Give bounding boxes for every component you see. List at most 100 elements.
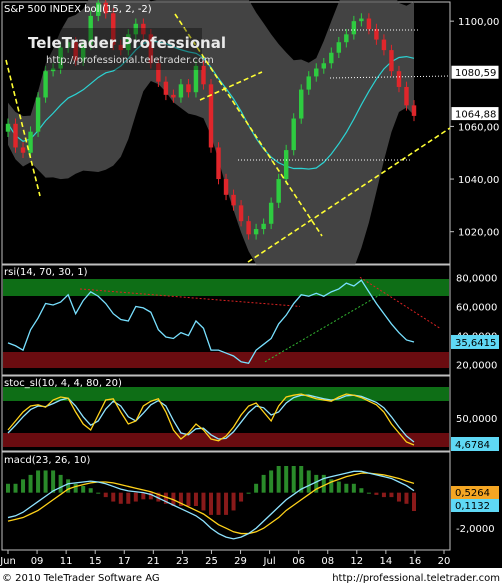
rsi-panel[interactable]: rsi(14, 70, 30, 1) 80,000060,000040,0000… — [1, 264, 499, 376]
candle-body — [208, 84, 214, 148]
price-tick-label: 1060,00 — [458, 122, 499, 133]
candle-body — [291, 118, 296, 151]
macd-histogram-bar — [396, 492, 401, 502]
candle-body — [276, 179, 281, 203]
price-panel-title: S&P 500 INDEX boll(15, 2, -2) — [4, 4, 152, 15]
x-tick-label: 08 — [321, 556, 334, 567]
macd-histogram-bar — [404, 492, 409, 504]
watermark-title: TeleTrader Professional — [28, 34, 226, 52]
candle-body — [216, 147, 221, 180]
macd-histogram-bar — [186, 492, 191, 506]
candle-body — [186, 84, 191, 93]
macd-histogram-bar — [43, 470, 48, 493]
x-tick-label: 06 — [292, 556, 305, 567]
candle-body — [306, 76, 311, 90]
macd-histogram-bar — [21, 479, 26, 493]
macd-histogram-bar — [6, 483, 10, 493]
footer-copyright: © 2010 TeleTrader Software AG — [2, 573, 160, 584]
macd-histogram-bar — [366, 492, 371, 494]
candle-body — [299, 89, 304, 119]
price-badges: 1080,59 1064,88 — [450, 64, 500, 122]
candle-body — [13, 123, 18, 148]
macd-histogram-bar — [193, 492, 198, 506]
macd-histogram-bar — [306, 470, 311, 493]
rsi-tick-label: 60,0000 — [456, 302, 497, 313]
price-badge-label: 1080,59 — [455, 68, 496, 79]
price-badge-label: 1064,88 — [455, 110, 496, 121]
candle-body — [5, 123, 11, 132]
macd-histogram-bar — [73, 483, 78, 493]
candle-body — [231, 194, 236, 206]
macd-histogram-bar — [374, 492, 379, 495]
macd-histogram-bar — [284, 466, 289, 493]
macd-histogram-bar — [216, 492, 221, 515]
candle-body — [283, 150, 289, 180]
macd-histogram-bar — [224, 492, 229, 515]
macd-histogram-bar — [201, 492, 206, 511]
x-tick-label: 09 — [31, 556, 44, 567]
price-tick-label: 1100,00 — [458, 17, 499, 28]
stochastic-badges: 4,6784 — [451, 437, 499, 451]
candle-body — [238, 205, 244, 222]
macd-histogram-bar — [381, 492, 386, 498]
candle-body — [381, 39, 387, 51]
candle-body — [366, 18, 372, 30]
candle-body — [20, 147, 26, 153]
macd-histogram-bar — [209, 492, 213, 515]
candle-body — [351, 21, 357, 35]
macd-histogram-bar — [389, 492, 394, 498]
macd-panel[interactable]: macd(23, 26, 10) 0,0000-2,0000 0,52640,1… — [1, 451, 499, 551]
candle-body — [411, 105, 417, 116]
x-tick-label: Jun — [0, 556, 16, 567]
price-tick-label: 1020,00 — [458, 228, 499, 239]
macd-histogram-bar — [412, 492, 416, 512]
x-tick-label: 20 — [438, 556, 451, 567]
price-panel[interactable]: TeleTrader Professional http://professio… — [1, 0, 500, 287]
x-tick-label: 17 — [118, 556, 131, 567]
x-tick-label: 14 — [379, 556, 392, 567]
x-tick-label: 21 — [147, 556, 160, 567]
candle-body — [268, 202, 274, 224]
macd-histogram-bar — [239, 492, 244, 502]
macd-histogram-bar — [118, 492, 123, 504]
macd-histogram-bar — [103, 492, 108, 498]
candle-body — [389, 50, 394, 72]
candle-body — [374, 29, 379, 40]
macd-histogram-bar — [28, 474, 33, 493]
candle-body — [404, 86, 409, 106]
candle-body — [336, 42, 342, 53]
macd-histogram-bar — [359, 488, 364, 493]
candle-body — [396, 71, 402, 87]
candle-body — [246, 221, 251, 235]
macd-histogram-bar — [133, 492, 138, 502]
macd-histogram-bar — [291, 466, 296, 493]
macd-histogram-bar — [261, 474, 266, 493]
rsi-panel-title: rsi(14, 70, 30, 1) — [4, 267, 88, 278]
watermark-url: http://professional.teletrader.com — [46, 55, 214, 66]
macd-histogram-bar — [111, 492, 116, 502]
rsi-overbought-zone — [3, 279, 449, 296]
rsi-badge-label: 35,6415 — [455, 338, 496, 349]
x-tick-label: Jul — [263, 556, 276, 567]
footer-url: http://professional.teletrader.com — [332, 573, 500, 584]
macd-histogram-bar — [88, 488, 93, 493]
x-tick-label: 16 — [409, 556, 422, 567]
x-tick-label: 12 — [350, 556, 363, 567]
candle-body — [178, 84, 184, 98]
stochastic-overbought-zone — [3, 387, 449, 401]
macd-histogram-bar — [276, 466, 281, 493]
stochastic-panel[interactable]: stoc_sl(10, 4, 4, 80, 20) 50,0000 4,6784 — [1, 375, 499, 452]
macd-histogram-bar — [344, 483, 349, 493]
x-tick-label: 23 — [176, 556, 189, 567]
macd-badge-label: 0,5264 — [455, 488, 490, 499]
macd-histogram-bar — [336, 481, 341, 493]
rsi-badges: 35,6415 — [451, 334, 499, 349]
macd-histogram-bar — [351, 483, 356, 493]
stochastic-tick-label: 50,0000 — [456, 414, 497, 425]
x-tick-label: 25 — [205, 556, 218, 567]
x-tick-label: 15 — [89, 556, 102, 567]
rsi-y-axis: 80,000060,000040,000020,0000 — [456, 273, 497, 371]
macd-badge-label: 0,1132 — [455, 501, 490, 512]
candle-body — [359, 18, 364, 22]
watermark: TeleTrader Professional http://professio… — [24, 28, 226, 70]
